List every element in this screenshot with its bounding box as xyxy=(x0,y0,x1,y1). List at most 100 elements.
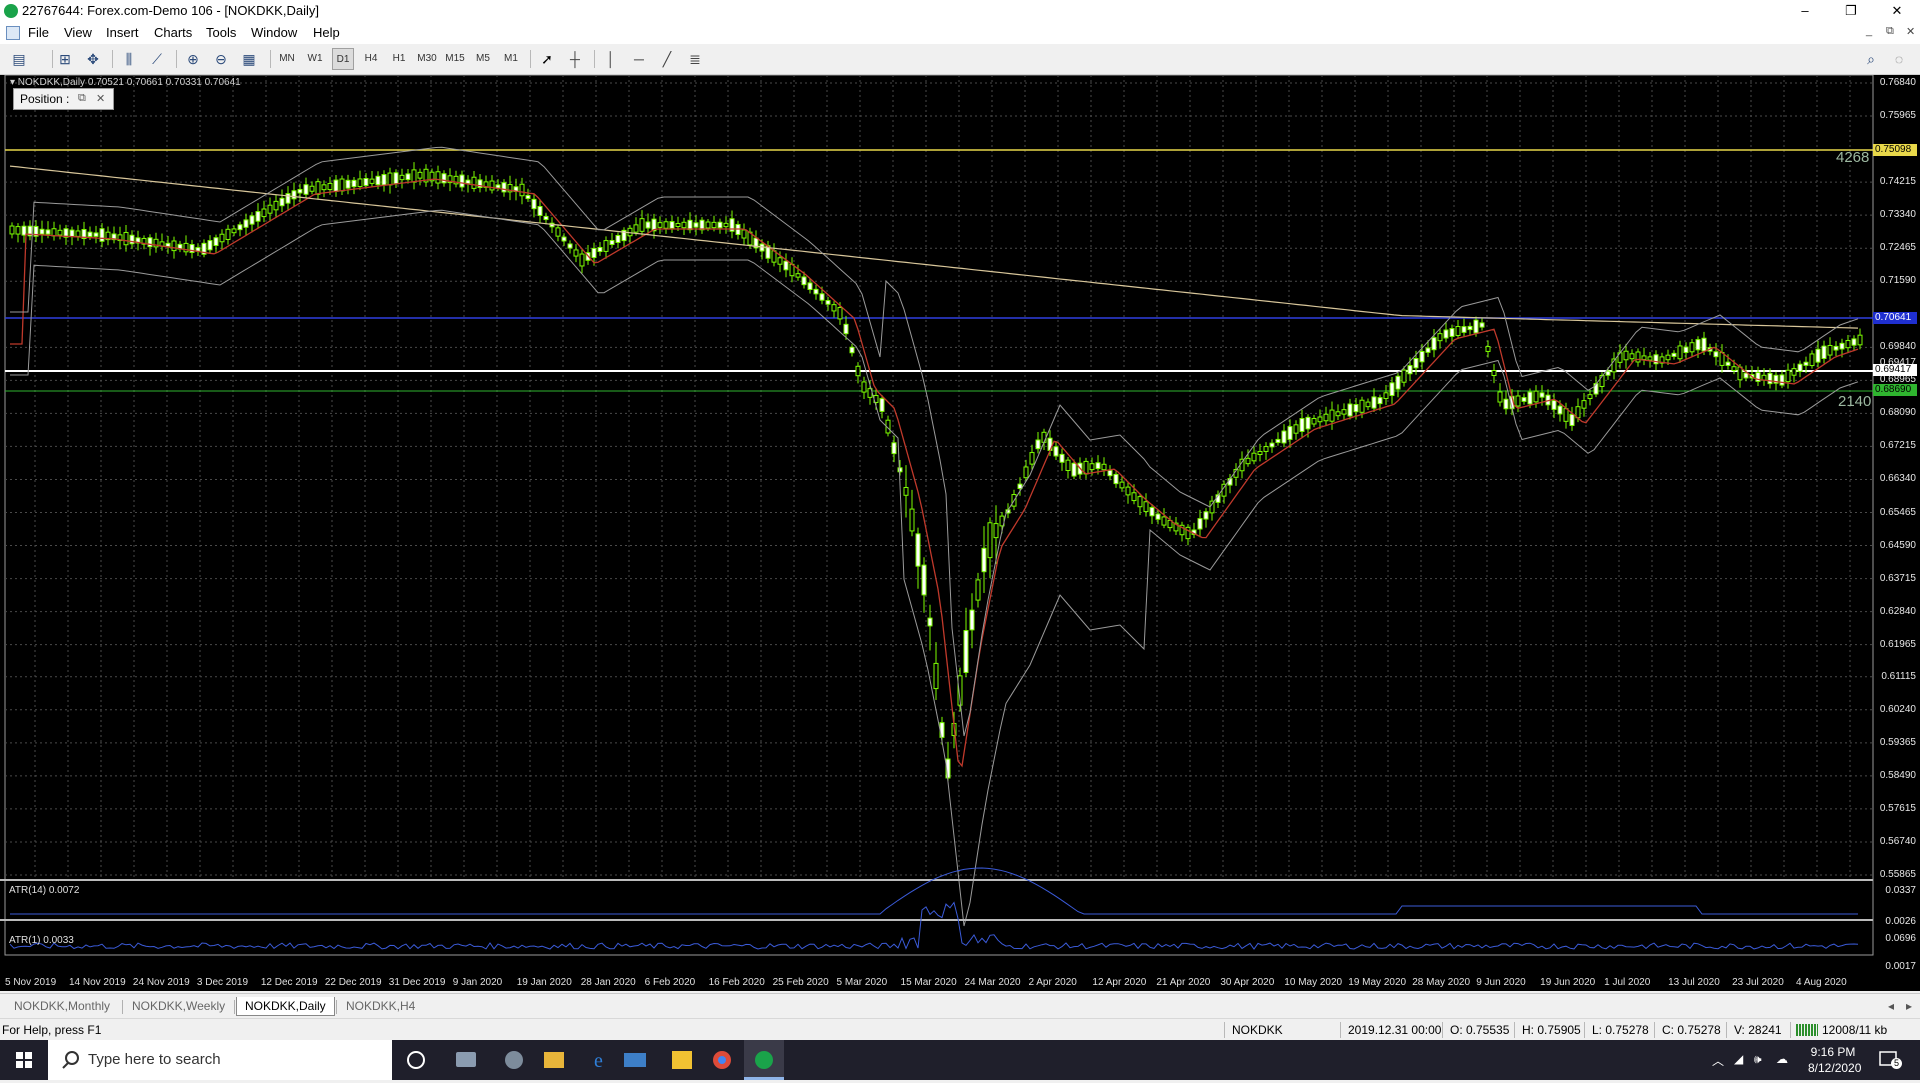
candlestick xyxy=(357,178,363,188)
status-separator xyxy=(1340,1022,1341,1038)
chat-icon[interactable]: ◌ xyxy=(1888,48,1910,70)
atr1-line xyxy=(9,901,1859,950)
tab-nokdkk-monthly[interactable]: NOKDKK,Monthly xyxy=(6,997,118,1015)
panel-restore-icon[interactable]: ⧉ xyxy=(78,92,86,105)
tab-nokdkk-h4[interactable]: NOKDKK,H4 xyxy=(338,997,423,1015)
chart-header: ▾ NOKDKK,Daily 0.70521 0.70661 0.70331 0… xyxy=(10,77,241,88)
candlestick xyxy=(459,174,465,188)
candlestick xyxy=(1803,361,1809,366)
line-chart-icon[interactable]: ⟋ xyxy=(146,48,168,70)
channel-icon[interactable]: ≣ xyxy=(684,48,706,70)
candlestick xyxy=(1491,369,1497,377)
atr14-label: ATR(14) 0.0072 xyxy=(9,885,80,896)
candlestick xyxy=(255,211,261,222)
position-panel[interactable]: Position : ⧉ ✕ xyxy=(13,88,114,110)
file-explorer-icon[interactable] xyxy=(544,1052,564,1068)
tab-separator xyxy=(234,1000,235,1014)
candlestick xyxy=(1335,411,1341,417)
cursor-icon[interactable]: ➚ xyxy=(536,48,558,70)
metatrader-icon[interactable] xyxy=(755,1051,773,1069)
candlestick xyxy=(1641,355,1647,361)
app-icon[interactable] xyxy=(672,1051,692,1069)
candlestick xyxy=(327,182,333,191)
system-clock[interactable]: 9:16 PM 8/12/2020 xyxy=(1808,1044,1861,1076)
edge-icon[interactable]: e xyxy=(594,1050,603,1072)
menu-tools[interactable]: Tools xyxy=(206,25,236,40)
menu-view[interactable]: View xyxy=(64,25,92,40)
candlestick xyxy=(375,175,381,186)
network-icon[interactable]: ◢ xyxy=(1734,1052,1743,1066)
candlestick xyxy=(897,467,903,473)
timeframe-h1[interactable]: H1 xyxy=(388,48,410,70)
zoom-in-icon[interactable]: ⊕ xyxy=(182,48,204,70)
zoom-out-icon[interactable]: ⊖ xyxy=(210,48,232,70)
menu-window[interactable]: Window xyxy=(251,25,297,40)
market-watch-icon[interactable]: ⊞ xyxy=(54,48,76,70)
menu-file[interactable]: File xyxy=(28,25,49,40)
new-chart-icon[interactable]: ▤ xyxy=(8,48,30,70)
candlestick xyxy=(1827,344,1833,356)
timeframe-w1[interactable]: W1 xyxy=(304,48,326,70)
tabs-scroll-right-icon[interactable]: ▸ xyxy=(1898,997,1920,1015)
timeframe-m30[interactable]: M30 xyxy=(414,48,440,70)
timeframe-d1[interactable]: D1 xyxy=(332,48,354,70)
atr14-axis-top: 0.0337 xyxy=(1885,885,1916,896)
start-button[interactable] xyxy=(0,1040,48,1080)
candlestick xyxy=(1629,353,1635,360)
timeframe-m5[interactable]: M5 xyxy=(472,48,494,70)
timeframe-m15[interactable]: M15 xyxy=(442,48,468,70)
candlestick xyxy=(579,253,585,267)
timeframe-h4[interactable]: H4 xyxy=(360,48,382,70)
candlestick xyxy=(87,231,93,238)
volume-icon[interactable]: 🕪 xyxy=(1754,1052,1762,1067)
tile-windows-icon[interactable]: ▦ xyxy=(238,48,260,70)
app-icon[interactable] xyxy=(456,1052,476,1067)
minimize-button[interactable]: – xyxy=(1782,0,1828,22)
child-close-button[interactable]: ✕ xyxy=(1906,25,1915,38)
candlestick xyxy=(123,231,129,246)
vertical-line-icon[interactable]: │ xyxy=(600,48,622,70)
bar-chart-icon[interactable]: ⫼ xyxy=(118,48,140,70)
child-minimize-button[interactable]: _ xyxy=(1866,25,1872,37)
candlestick xyxy=(1569,414,1575,426)
price-chart[interactable]: ▾ NOKDKK,Daily 0.70521 0.70661 0.70331 0… xyxy=(0,75,1920,991)
task-view-icon[interactable] xyxy=(407,1051,425,1069)
price-tick-label: 0.60240 xyxy=(1879,703,1916,715)
chart-window-icon[interactable] xyxy=(6,26,20,40)
child-restore-button[interactable]: ⧉ xyxy=(1886,25,1894,38)
white-level-label: 0.69417 xyxy=(1873,364,1917,376)
onedrive-icon[interactable]: ☁ xyxy=(1776,1052,1788,1066)
horizontal-line-icon[interactable]: ─ xyxy=(628,48,650,70)
panel-close-icon[interactable]: ✕ xyxy=(96,92,105,105)
status-low: L: 0.75278 xyxy=(1592,1023,1649,1037)
menu-charts[interactable]: Charts xyxy=(154,25,192,40)
connection-icon[interactable] xyxy=(1796,1024,1818,1036)
crosshair-icon[interactable]: ┼ xyxy=(564,48,586,70)
candlestick xyxy=(1317,416,1323,423)
timeframe-m1[interactable]: M1 xyxy=(500,48,522,70)
app-icon[interactable] xyxy=(505,1051,523,1069)
candlestick xyxy=(1623,350,1629,361)
toolbar-separator xyxy=(270,50,271,68)
candlestick xyxy=(1095,462,1101,470)
menu-insert[interactable]: Insert xyxy=(106,25,139,40)
tab-nokdkk-daily[interactable]: NOKDKK,Daily xyxy=(236,997,335,1016)
search-icon[interactable]: ⌕ xyxy=(1860,48,1882,70)
price-tick-label: 0.61965 xyxy=(1879,638,1916,650)
timeframe-mn[interactable]: MN xyxy=(276,48,298,70)
menu-help[interactable]: Help xyxy=(313,25,340,40)
toolbar-separator xyxy=(594,50,595,68)
show-hidden-icons-icon[interactable]: ︿ xyxy=(1712,1052,1724,1069)
candlestick xyxy=(1407,365,1413,375)
app-icon[interactable] xyxy=(624,1053,646,1067)
status-bar: For Help, press F1 NOKDKK 2019.12.31 00:… xyxy=(0,1018,1920,1041)
candlestick xyxy=(1455,326,1461,336)
trendline-icon[interactable]: ╱ xyxy=(656,48,678,70)
candlestick xyxy=(543,215,549,221)
taskbar-search[interactable]: Type here to search xyxy=(48,1040,392,1080)
crosshair-nav-icon[interactable]: ✥ xyxy=(82,48,104,70)
maximize-button[interactable]: ❐ xyxy=(1828,0,1874,22)
notifications-icon[interactable]: 5 xyxy=(1878,1049,1902,1069)
close-button[interactable]: ✕ xyxy=(1874,0,1920,22)
tab-nokdkk-weekly[interactable]: NOKDKK,Weekly xyxy=(124,997,233,1015)
